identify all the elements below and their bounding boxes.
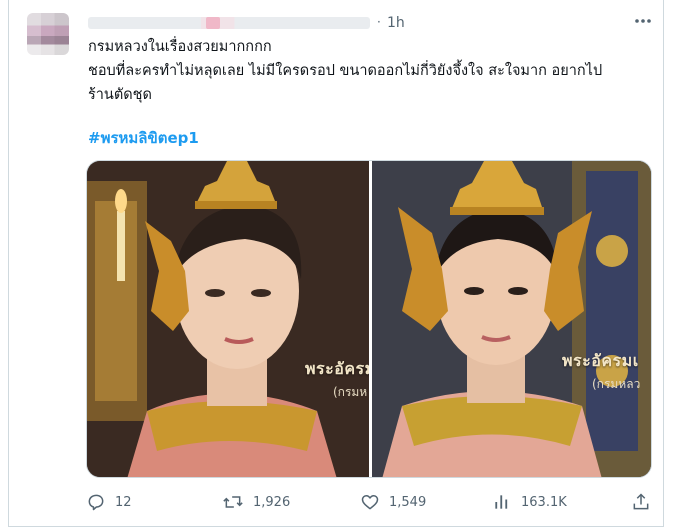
right-caption: พระอัครมเ bbox=[562, 351, 639, 370]
repost-button[interactable]: 1,926 bbox=[222, 492, 290, 512]
views-chart-icon bbox=[492, 492, 512, 512]
share-icon bbox=[631, 492, 651, 512]
media-image-left[interactable]: พระอัครม (กรมห bbox=[87, 161, 369, 477]
views-count: 163.1K bbox=[521, 494, 567, 510]
repost-icon bbox=[222, 492, 244, 512]
left-caption: พระอัครม bbox=[305, 359, 369, 378]
like-count: 1,549 bbox=[389, 494, 427, 510]
avatar[interactable] bbox=[27, 13, 69, 55]
post-text-line-1: กรมหลวงในเรื่องสวยมากกกก bbox=[88, 39, 272, 55]
reply-icon bbox=[86, 492, 106, 512]
heart-icon bbox=[360, 492, 380, 512]
like-button[interactable]: 1,549 bbox=[360, 492, 426, 512]
more-horizontal-icon[interactable] bbox=[632, 10, 654, 32]
reply-button[interactable]: 12 bbox=[86, 492, 132, 512]
post-text-line-3: ร้านตัดชุด bbox=[88, 87, 152, 103]
post-text-line-2: ชอบที่ละครทำไม่หลุดเลย ไม่มีใครดรอป ขนาด… bbox=[88, 63, 603, 79]
author-name-blurred[interactable] bbox=[88, 17, 370, 29]
share-button[interactable] bbox=[631, 492, 651, 512]
media-image-right[interactable]: พระอัครมเ (กรมหลว bbox=[372, 161, 651, 477]
action-bar: 12 1,926 1,549 163.1K bbox=[86, 492, 652, 516]
media-grid[interactable]: พระอัครม (กรมห พระอัครมเ (กรมหลว bbox=[86, 160, 652, 478]
reply-count: 12 bbox=[115, 494, 132, 510]
separator-dot: · bbox=[377, 15, 381, 29]
hashtag-link[interactable]: #พรหมลิขิตep1 bbox=[88, 126, 199, 150]
post-time[interactable]: 1h bbox=[387, 15, 405, 31]
views-button[interactable]: 163.1K bbox=[492, 492, 567, 512]
right-subcaption: (กรมหลว bbox=[592, 377, 641, 391]
repost-count: 1,926 bbox=[253, 494, 291, 510]
left-subcaption: (กรมห bbox=[333, 385, 368, 399]
